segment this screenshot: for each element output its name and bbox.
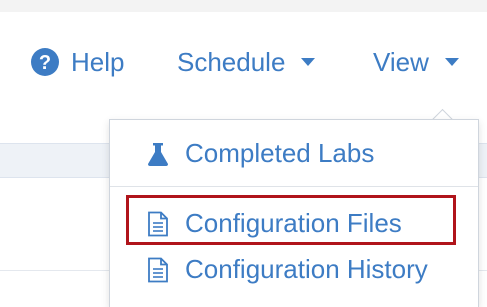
nav-help-link[interactable]: ? Help — [31, 12, 124, 112]
menu-item-label: Completed Labs — [185, 138, 375, 168]
svg-text:?: ? — [39, 52, 51, 74]
flask-icon — [148, 143, 168, 166]
caret-down-icon — [444, 58, 459, 66]
navbar: ? Help Schedule View — [0, 12, 487, 120]
menu-item-label: Configuration Files — [185, 208, 402, 238]
caret-down-icon — [301, 58, 316, 66]
menu-item-configuration-files[interactable]: Configuration Files — [110, 204, 478, 244]
menu-item-completed-labs[interactable]: Completed Labs — [110, 134, 478, 174]
nav-schedule-dropdown[interactable]: Schedule — [177, 12, 316, 112]
nav-view-label: View — [373, 46, 429, 77]
menu-item-configuration-history[interactable]: Configuration History — [110, 250, 478, 290]
question-circle-icon: ? — [31, 48, 59, 76]
menu-separator — [110, 186, 478, 187]
top-strip — [0, 0, 487, 12]
document-icon — [148, 211, 168, 237]
nav-view-dropdown[interactable]: View — [373, 12, 459, 112]
nav-schedule-label: Schedule — [177, 46, 286, 77]
menu-item-label: Configuration History — [185, 254, 428, 284]
nav-help-label: Help — [71, 46, 125, 77]
view-dropdown-menu: Completed Labs Configuration Files Confi… — [109, 119, 479, 307]
document-icon — [148, 257, 168, 283]
